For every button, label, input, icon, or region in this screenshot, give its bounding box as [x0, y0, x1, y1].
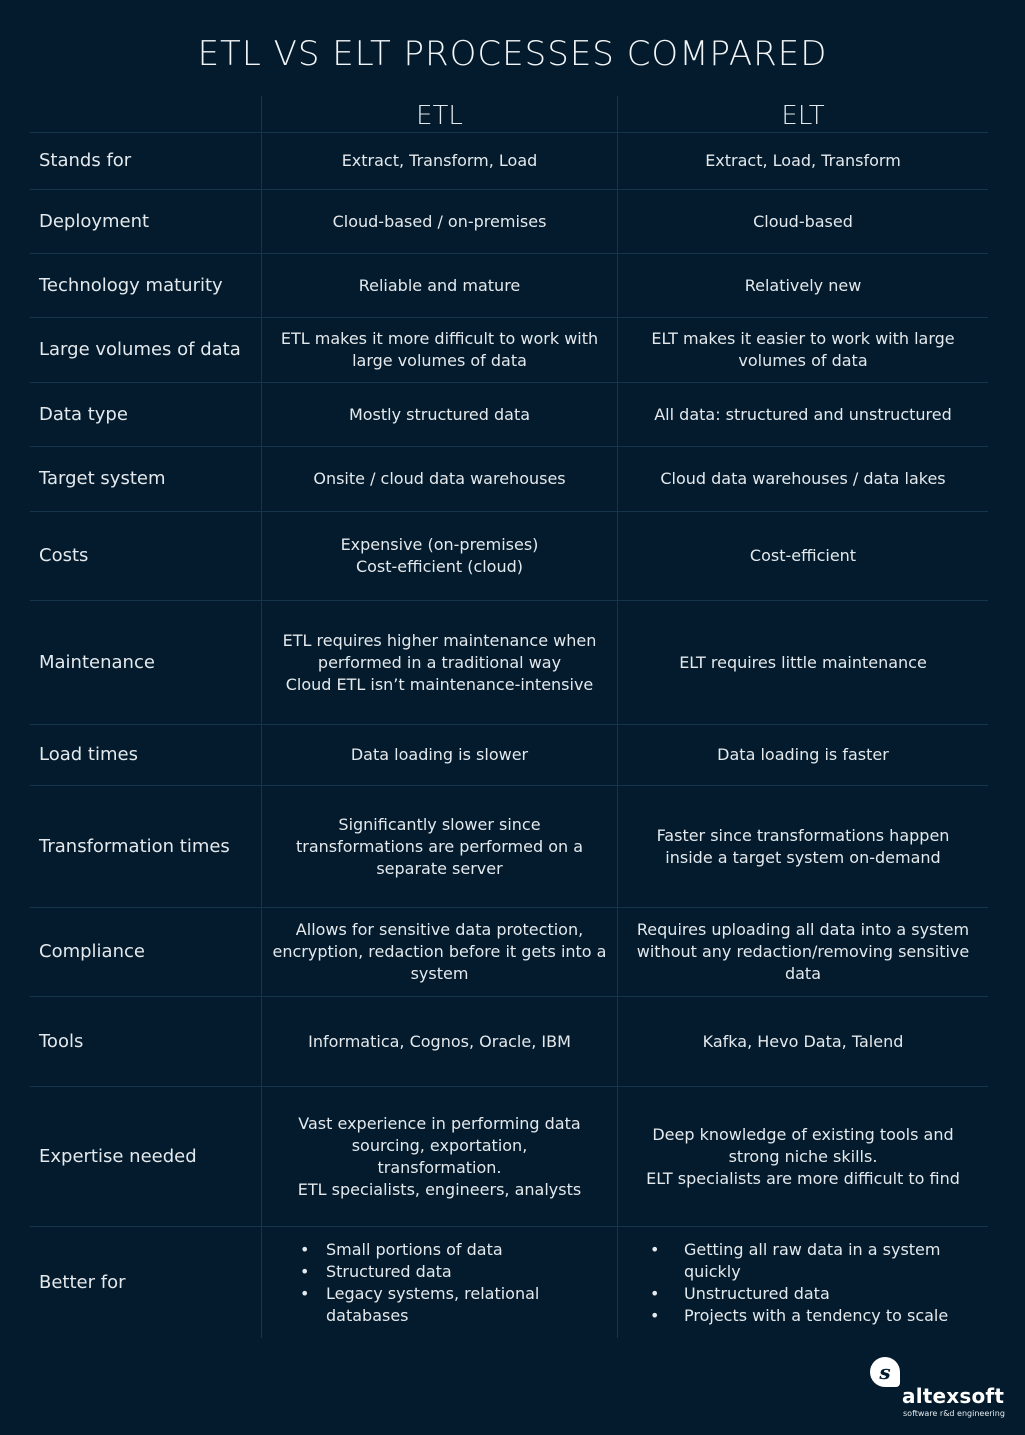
elt-value: Cost-efficient	[617, 512, 988, 600]
list-item: Small portions of data	[262, 1239, 617, 1261]
altexsoft-logo-icon: s	[870, 1357, 900, 1387]
row-label: Costs	[39, 545, 89, 566]
table-row: Data type Mostly structured data All dat…	[30, 383, 988, 447]
table-row: Technology maturity Reliable and mature …	[30, 254, 988, 318]
elt-value: Requires uploading all data into a syste…	[617, 908, 988, 996]
table-header: ETL ELT	[30, 96, 988, 133]
list-item: Structured data	[262, 1261, 617, 1283]
table-row: Large volumes of data ETL makes it more …	[30, 318, 988, 383]
row-label: Target system	[39, 468, 166, 489]
logo-tagline: software r&d engineering	[903, 1409, 1005, 1418]
table-row: Costs Expensive (on-premises) Cost-effic…	[30, 512, 988, 601]
row-label: Better for	[39, 1271, 126, 1293]
elt-value: Deep knowledge of existing tools and str…	[617, 1087, 988, 1226]
row-label: Deployment	[39, 210, 150, 232]
list-item: Projects with a tendency to scale	[618, 1305, 988, 1327]
table-row: Target system Onsite / cloud data wareho…	[30, 447, 988, 512]
elt-value: Data loading is faster	[617, 725, 988, 785]
etl-value: ETL requires higher maintenance when per…	[261, 601, 617, 724]
elt-better-for-list: Getting all raw data in a system quickly…	[618, 1239, 988, 1327]
row-label: Compliance	[39, 941, 145, 962]
etl-value: Reliable and mature	[261, 254, 617, 317]
row-label: Data type	[39, 403, 128, 425]
row-label: Technology maturity	[39, 274, 223, 296]
header-empty	[30, 96, 261, 132]
table-row: Tools Informatica, Cognos, Oracle, IBM K…	[30, 997, 988, 1087]
table-row: Transformation times Significantly slowe…	[30, 786, 988, 908]
table-row: Maintenance ETL requires higher maintena…	[30, 601, 988, 725]
elt-value: Cloud data warehouses / data lakes	[617, 447, 988, 511]
etl-value: Onsite / cloud data warehouses	[261, 447, 617, 511]
elt-value: ELT makes it easier to work with large v…	[617, 318, 988, 382]
elt-value: Kafka, Hevo Data, Talend	[617, 997, 988, 1086]
table-row: Deployment Cloud-based / on-premises Clo…	[30, 190, 988, 254]
table-row-better-for: Better for Small portions of data Struct…	[30, 1227, 988, 1338]
elt-value: All data: structured and unstructured	[617, 383, 988, 446]
row-label: Tools	[39, 1030, 84, 1052]
etl-value: Mostly structured data	[261, 383, 617, 446]
row-label: Maintenance	[39, 651, 155, 673]
etl-value: Extract, Transform, Load	[261, 133, 617, 189]
altexsoft-logo: s altexsoft software r&d engineering	[868, 1357, 1005, 1419]
table-row: Stands for Extract, Transform, Load Extr…	[30, 133, 988, 190]
etl-value: Expensive (on-premises) Cost-efficient (…	[261, 512, 617, 600]
header-etl: ETL	[261, 96, 617, 132]
row-label: Load times	[39, 744, 138, 765]
etl-value: Data loading is slower	[261, 725, 617, 785]
etl-value: Significantly slower since transformatio…	[261, 786, 617, 907]
row-label: Expertise needed	[39, 1145, 197, 1167]
etl-value: Cloud-based / on-premises	[261, 190, 617, 253]
header-elt: ELT	[617, 96, 988, 132]
elt-value: ELT requires little maintenance	[617, 601, 988, 724]
comparison-table: ETL ELT Stands for Extract, Transform, L…	[30, 96, 988, 1338]
table-row: Expertise needed Vast experience in perf…	[30, 1087, 988, 1227]
row-label: Large volumes of data	[39, 339, 241, 360]
elt-value: Getting all raw data in a system quickly…	[617, 1227, 988, 1338]
etl-value: Informatica, Cognos, Oracle, IBM	[261, 997, 617, 1086]
list-item: Getting all raw data in a system quickly	[618, 1239, 988, 1283]
etl-value: Allows for sensitive data protection, en…	[261, 908, 617, 996]
page-title: ETL VS ELT PROCESSES COMPARED	[197, 34, 828, 74]
logo-name: altexsoft	[902, 1384, 1005, 1408]
row-label: Transformation times	[39, 835, 230, 857]
etl-better-for-list: Small portions of data Structured data L…	[262, 1239, 617, 1327]
etl-value: ETL makes it more difficult to work with…	[261, 318, 617, 382]
list-item: Unstructured data	[618, 1283, 988, 1305]
table-row: Compliance Allows for sensitive data pro…	[30, 908, 988, 997]
elt-value: Extract, Load, Transform	[617, 133, 988, 189]
list-item: Legacy systems, relational databases	[262, 1283, 617, 1327]
elt-value: Relatively new	[617, 254, 988, 317]
table-row: Load times Data loading is slower Data l…	[30, 725, 988, 786]
elt-value: Cloud-based	[617, 190, 988, 253]
etl-value: Vast experience in performing data sourc…	[261, 1087, 617, 1226]
elt-value: Faster since transformations happen insi…	[617, 786, 988, 907]
row-label: Stands for	[39, 150, 132, 171]
etl-value: Small portions of data Structured data L…	[261, 1227, 617, 1338]
